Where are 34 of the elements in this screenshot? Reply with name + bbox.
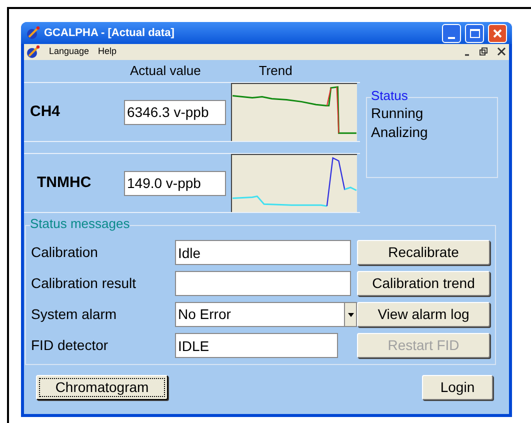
field-label: System alarm <box>31 305 118 324</box>
field-label: Calibration result <box>31 274 138 293</box>
action-button[interactable]: Recalibrate <box>357 240 490 265</box>
mdi-controls-icon[interactable] <box>463 47 507 57</box>
close-icon <box>493 28 502 38</box>
measurement-field: 149.0 v-ppb <box>124 170 226 196</box>
text-field[interactable]: Idle <box>175 240 351 265</box>
column-heading: Trend <box>258 62 292 80</box>
measurement-field: 6346.3 v-ppb <box>124 100 226 124</box>
app-icon <box>26 26 40 40</box>
action-button[interactable]: View alarm log <box>357 302 490 327</box>
dropdown[interactable]: No Error <box>175 302 357 327</box>
close-button[interactable] <box>488 24 507 42</box>
action-button[interactable]: Calibration trend <box>357 271 490 296</box>
minimize-button[interactable] <box>442 24 461 42</box>
field-label: FID detector <box>31 336 110 355</box>
maximize-button[interactable] <box>465 24 484 42</box>
measurement-name: CH4 <box>30 102 62 122</box>
window-title: GCALPHA - [Actual data] <box>44 26 174 41</box>
measurement-name: TNMHC <box>37 172 92 193</box>
menu-item[interactable]: Language <box>49 45 90 59</box>
menu-item[interactable]: Help <box>98 45 117 59</box>
status-text: Running <box>371 104 424 123</box>
field-label: Calibration <box>31 243 99 262</box>
column-heading: Actual value <box>130 62 201 80</box>
status-text: Analizing <box>371 123 429 142</box>
dialog-button[interactable]: Chromatogram <box>36 375 168 400</box>
app-icon <box>26 45 40 59</box>
text-field[interactable] <box>175 271 351 296</box>
dropdown-arrow-icon <box>348 312 354 316</box>
dialog-button[interactable]: Login <box>422 375 493 400</box>
group-title: Status <box>371 89 408 102</box>
group-title: Status messages <box>30 217 130 230</box>
text-field[interactable]: IDLE <box>175 333 338 358</box>
